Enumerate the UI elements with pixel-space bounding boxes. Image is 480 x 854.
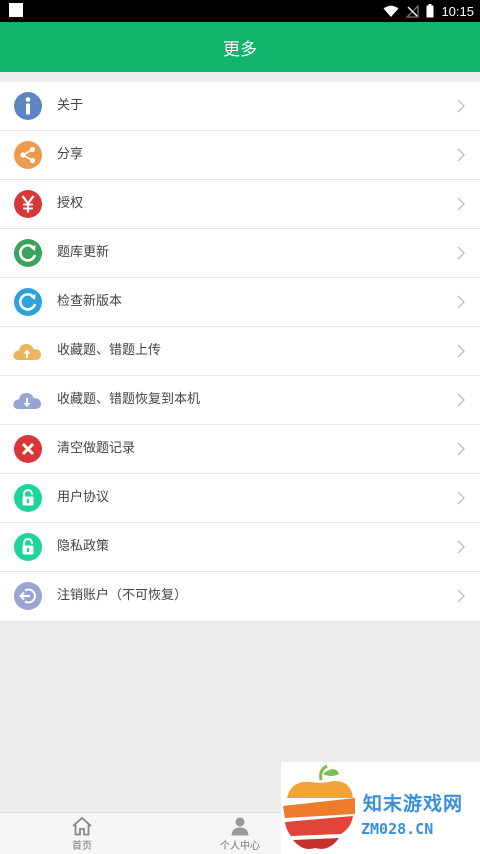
chevron-right-icon <box>457 540 466 554</box>
menu-item-label: 清空做题记录 <box>57 441 136 456</box>
cloud-download-icon <box>13 393 41 409</box>
watermark: 知末游戏网 ZM028.CN <box>281 762 480 854</box>
lock-icon <box>14 533 42 561</box>
yen-icon <box>14 190 42 218</box>
menu-item-label: 注销账户（不可恢复） <box>57 588 188 603</box>
wifi-icon <box>383 5 399 17</box>
chevron-right-icon <box>457 491 466 505</box>
chevron-right-icon <box>457 344 466 358</box>
app-bar: 更多 <box>0 22 480 72</box>
chevron-right-icon <box>457 589 466 603</box>
menu-item-delete-account[interactable]: 注销账户（不可恢复） <box>0 572 480 621</box>
menu-item-label: 收藏题、错题恢复到本机 <box>57 392 201 407</box>
no-signal-icon <box>406 4 420 18</box>
menu-item-check-version[interactable]: 检查新版本 <box>0 278 480 327</box>
menu-item-label: 收藏题、错题上传 <box>57 343 162 358</box>
menu-item-share[interactable]: 分享 <box>0 131 480 180</box>
menu-item-privacy-policy[interactable]: 隐私政策 <box>0 523 480 572</box>
menu-item-label: 分享 <box>57 147 84 162</box>
chevron-right-icon <box>457 99 466 113</box>
menu-item-about[interactable]: 关于 <box>0 82 480 131</box>
tab-home[interactable]: 首页 <box>22 813 142 854</box>
cloud-upload-icon <box>13 344 41 360</box>
menu-item-label: 题库更新 <box>57 245 110 260</box>
person-icon <box>231 817 249 836</box>
menu-item-user-agreement[interactable]: 用户协议 <box>0 474 480 523</box>
refresh-icon <box>14 239 42 267</box>
update-icon <box>14 288 42 316</box>
apple-logo-icon <box>283 764 355 849</box>
menu-item-label: 隐私政策 <box>57 539 110 554</box>
menu-item-question-bank-update[interactable]: 题库更新 <box>0 229 480 278</box>
menu-item-authorize[interactable]: 授权 <box>0 180 480 229</box>
watermark-domain: ZM028.CN <box>361 820 434 838</box>
chevron-right-icon <box>457 148 466 162</box>
chevron-right-icon <box>457 246 466 260</box>
chevron-right-icon <box>457 393 466 407</box>
battery-icon <box>426 4 434 18</box>
chevron-right-icon <box>457 295 466 309</box>
share-icon <box>14 141 42 169</box>
info-icon <box>14 92 42 120</box>
menu-item-label: 关于 <box>57 98 84 113</box>
menu-item-upload-favorites[interactable]: 收藏题、错题上传 <box>0 327 480 376</box>
notification-icon <box>9 3 23 17</box>
menu-item-label: 检查新版本 <box>57 294 123 309</box>
menu-item-label: 用户协议 <box>57 490 110 505</box>
watermark-text: 知末游戏网 <box>363 793 464 815</box>
status-bar: 10:15 <box>0 0 480 22</box>
logout-icon <box>14 582 42 610</box>
home-icon <box>72 816 92 836</box>
menu-item-label: 授权 <box>57 196 84 211</box>
menu-list: 关于 分享 授权 题库更新 检查新版本 收藏题、错题上传 收藏题、错题恢复到本机… <box>0 82 480 621</box>
clear-icon <box>14 435 42 463</box>
lock-icon <box>14 484 42 512</box>
tab-profile-label: 个人中心 <box>220 841 260 852</box>
status-time: 10:15 <box>441 3 474 19</box>
tab-home-label: 首页 <box>72 841 92 852</box>
menu-item-restore-favorites[interactable]: 收藏题、错题恢复到本机 <box>0 376 480 425</box>
chevron-right-icon <box>457 442 466 456</box>
menu-item-clear-records[interactable]: 清空做题记录 <box>0 425 480 474</box>
chevron-right-icon <box>457 197 466 211</box>
status-icons: 10:15 <box>383 2 474 20</box>
page-title: 更多 <box>223 39 257 60</box>
